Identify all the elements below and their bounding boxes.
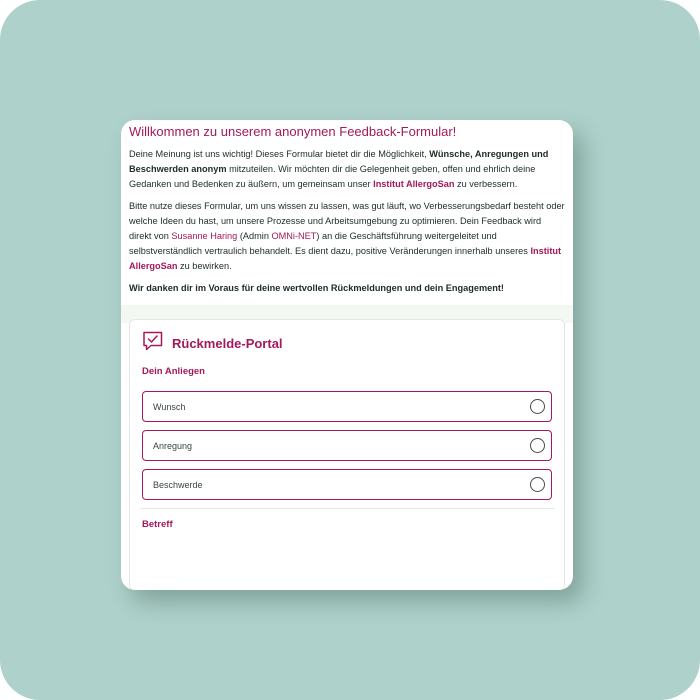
radio-beschwerde[interactable] — [530, 477, 545, 492]
option-wunsch[interactable]: Wunsch — [142, 391, 552, 422]
portal-title: Rückmelde-Portal — [172, 335, 283, 351]
intro-paragraph-1: Deine Meinung ist uns wichtig! Dieses Fo… — [129, 147, 565, 192]
feedback-portal: Rückmelde-Portal Dein Anliegen Wunsch An… — [129, 319, 565, 590]
option-label: Anregung — [153, 440, 193, 451]
radio-anregung[interactable] — [530, 438, 545, 453]
p1-institute-name: Institut AllergoSan — [373, 179, 455, 189]
portal-header: Rückmelde-Portal — [142, 330, 552, 356]
feedback-form-card: Willkommen zu unserem anonymen Feedback-… — [121, 120, 573, 590]
p2-person-name: Susanne Haring — [171, 231, 238, 241]
p2-omni-net: OMNi-NET — [271, 231, 317, 241]
divider — [140, 508, 554, 509]
p2-text-g: zu bewirken. — [177, 261, 232, 271]
feedback-check-icon — [142, 330, 164, 357]
subject-label: Betreff — [142, 519, 173, 530]
concern-label: Dein Anliegen — [142, 366, 205, 377]
thanks-text: Wir danken dir im Voraus für deine wertv… — [129, 283, 504, 293]
radio-wunsch[interactable] — [530, 399, 545, 414]
intro-paragraph-2: Bitte nutze dieses Formular, um uns wiss… — [129, 199, 565, 274]
p1-text-e: zu verbessern. — [454, 179, 518, 189]
intro-section: Willkommen zu unserem anonymen Feedback-… — [121, 120, 573, 295]
option-label: Beschwerde — [153, 479, 203, 490]
p1-text-a: Deine Meinung ist uns wichtig! Dieses Fo… — [129, 149, 430, 159]
option-label: Wunsch — [153, 401, 186, 412]
page-title: Willkommen zu unserem anonymen Feedback-… — [129, 124, 457, 139]
option-beschwerde[interactable]: Beschwerde — [142, 469, 552, 500]
option-anregung[interactable]: Anregung — [142, 430, 552, 461]
p2-text-c: (Admin — [237, 231, 272, 241]
